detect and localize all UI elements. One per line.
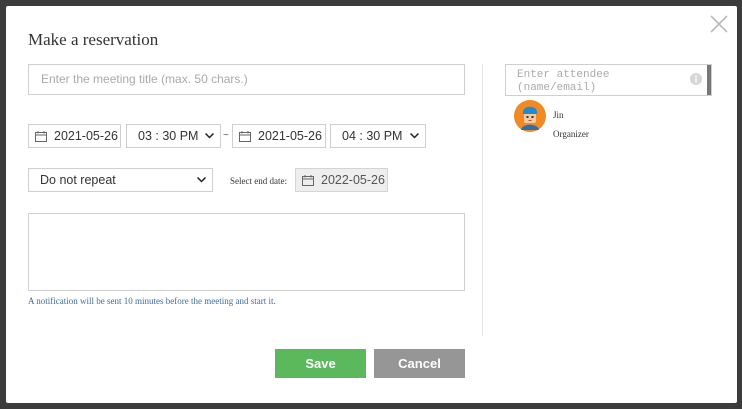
attendee-name: Jin [553,110,564,120]
reservation-dialog: Make a reservation Enter the meeting tit… [6,6,737,403]
meeting-title-input[interactable]: Enter the meeting title (max. 50 chars.) [28,64,465,95]
date-range-separator: ~ [223,130,229,141]
attendee-search-input[interactable]: Enter attendee (name/email) [505,64,712,96]
input-scrollbar[interactable] [707,65,711,95]
repeat-value: Do not repeat [40,173,116,187]
repeat-select[interactable]: Do not repeat [28,168,213,192]
save-button[interactable]: Save [275,349,366,378]
start-date-value: 2021-05-26 [54,129,118,143]
chevron-down-icon [197,177,206,183]
calendar-icon [239,131,251,142]
end-date-label: Select end date: [230,176,287,186]
attendee-placeholder: Enter attendee (name/email) [517,69,610,94]
notification-note: A notification will be sent 10 minutes b… [28,296,276,306]
end-date-value: 2021-05-26 [258,129,322,143]
end-time-value: 04 : 30 PM [342,129,403,143]
end-time-select[interactable]: 04 : 30 PM [330,124,426,148]
panel-divider [482,64,483,336]
attendee-role: Organizer [553,129,589,139]
repeat-end-date-picker[interactable]: 2022-05-26 [295,168,388,192]
dialog-title: Make a reservation [28,30,159,49]
chevron-down-icon [410,133,419,139]
info-icon[interactable] [690,73,702,85]
end-date-picker[interactable]: 2021-05-26 [232,124,326,148]
avatar [514,100,546,132]
chevron-down-icon [205,133,214,139]
start-time-value: 03 : 30 PM [138,129,199,143]
close-icon[interactable] [709,14,729,34]
calendar-icon [302,175,314,186]
start-time-select[interactable]: 03 : 30 PM [126,124,221,148]
repeat-end-date-value: 2022-05-26 [321,173,385,187]
calendar-icon [35,131,47,142]
start-date-picker[interactable]: 2021-05-26 [28,124,121,148]
meeting-description-textarea[interactable] [28,213,465,291]
cancel-button[interactable]: Cancel [374,349,465,378]
